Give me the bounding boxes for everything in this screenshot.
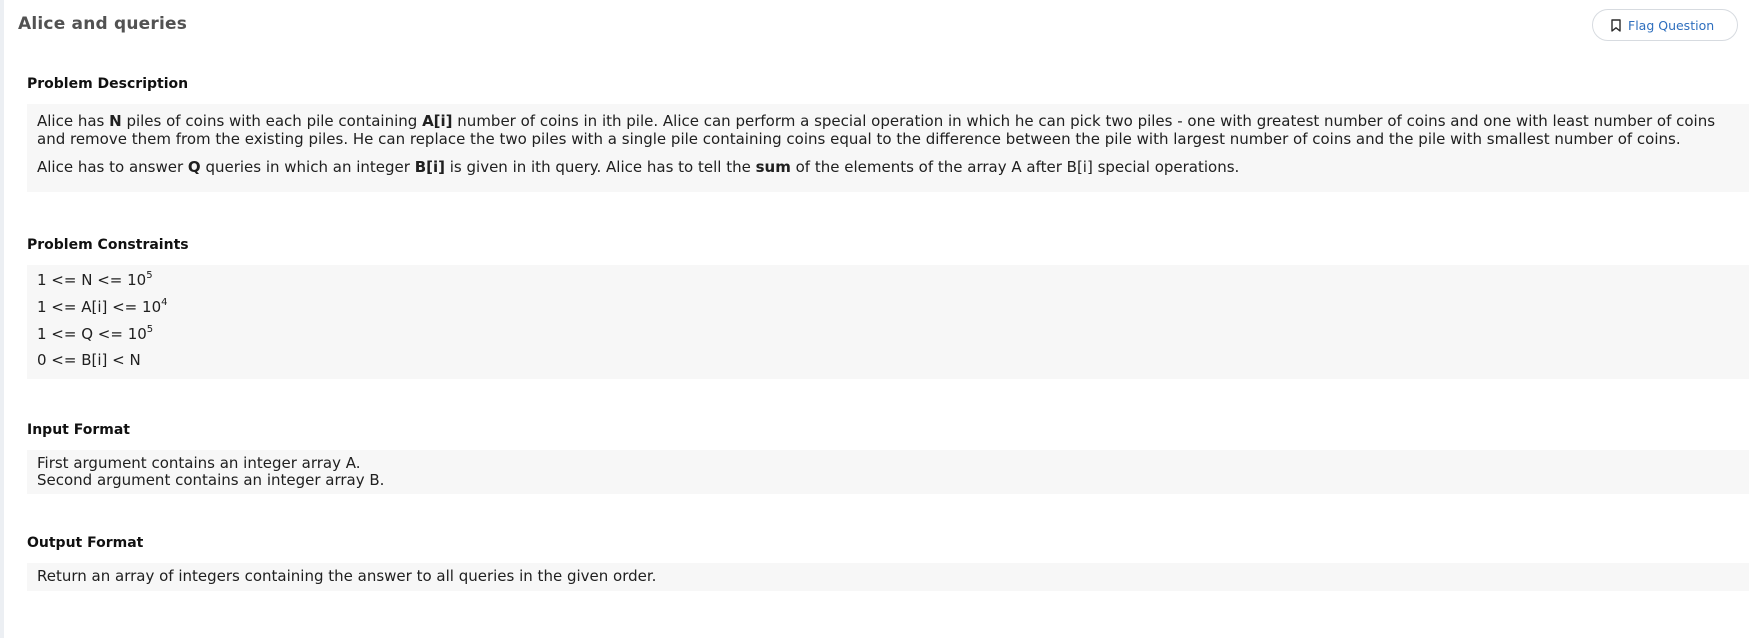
text-segment: queries in which an integer <box>200 158 415 176</box>
text-segment: Alice has to answer <box>37 158 188 176</box>
problem-title: Alice and queries <box>18 14 188 34</box>
constraint-base: 0 <= B[i] < N <box>37 351 141 370</box>
constraint-line: 1 <= N <= 105 <box>37 270 1739 290</box>
constraint-line: 1 <= Q <= 105 <box>37 323 1739 343</box>
emphasis-term: Q <box>187 158 201 176</box>
constraints-box: 1 <= N <= 105 1 <= A[i] <= 104 1 <= Q <=… <box>27 265 1749 379</box>
emphasis-term: A[i] <box>422 112 453 130</box>
constraint-base: 1 <= A[i] <= 10 <box>37 297 162 316</box>
problem-header: Alice and queries Flag Question <box>18 0 1750 48</box>
constraint-exponent: 4 <box>161 296 168 308</box>
description-box: Alice has N piles of coins with each pil… <box>27 104 1749 192</box>
flag-question-label: Flag Question <box>1628 17 1715 33</box>
problem-page: Alice and queries Flag Question Problem … <box>0 0 1750 638</box>
text-segment: Alice has <box>37 112 110 130</box>
input-format-heading: Input Format <box>27 422 130 438</box>
description-section: Problem Description Alice has N piles of… <box>27 76 1749 192</box>
flag-question-button[interactable]: Flag Question <box>1592 9 1738 41</box>
constraint-exponent: 5 <box>146 323 154 335</box>
constraint-line: 1 <= A[i] <= 104 <box>37 296 1739 316</box>
input-format-line-1: First argument contains an integer array… <box>37 454 361 472</box>
output-format-text: Return an array of integers containing t… <box>37 567 657 585</box>
output-format-heading: Output Format <box>27 535 144 551</box>
emphasis-term: B[i] <box>414 158 445 176</box>
text-segment: piles of coins with each pile containing <box>121 112 423 130</box>
description-paragraph-1: Alice has N piles of coins with each pil… <box>37 112 1739 148</box>
constraint-base: 1 <= N <= 10 <box>37 271 147 289</box>
input-format-line-2: Second argument contains an integer arra… <box>37 471 385 489</box>
constraint-base: 1 <= Q <= 10 <box>37 324 147 343</box>
constraint-line: 0 <= B[i] < N <box>37 351 1739 369</box>
input-format-section: Input Format First argument contains an … <box>27 422 1749 494</box>
problem-content: Problem Description Alice has N piles of… <box>27 76 1749 591</box>
emphasis-term: sum <box>755 158 791 176</box>
description-heading: Problem Description <box>27 76 189 92</box>
output-format-section: Output Format Return an array of integer… <box>27 535 1749 591</box>
text-segment: is given in ith query. Alice has to tell… <box>444 158 756 176</box>
bookmark-icon <box>1611 18 1621 32</box>
description-paragraph-2: Alice has to answer Q queries in which a… <box>37 158 1739 176</box>
emphasis-term: N <box>109 112 122 130</box>
input-format-box: First argument contains an integer array… <box>27 450 1749 494</box>
constraint-exponent: 5 <box>146 270 153 281</box>
constraints-section: Problem Constraints 1 <= N <= 105 1 <= A… <box>27 237 1749 379</box>
text-segment: of the elements of the array A after B[i… <box>790 158 1240 176</box>
constraints-heading: Problem Constraints <box>27 237 189 253</box>
output-format-box: Return an array of integers containing t… <box>27 563 1749 591</box>
